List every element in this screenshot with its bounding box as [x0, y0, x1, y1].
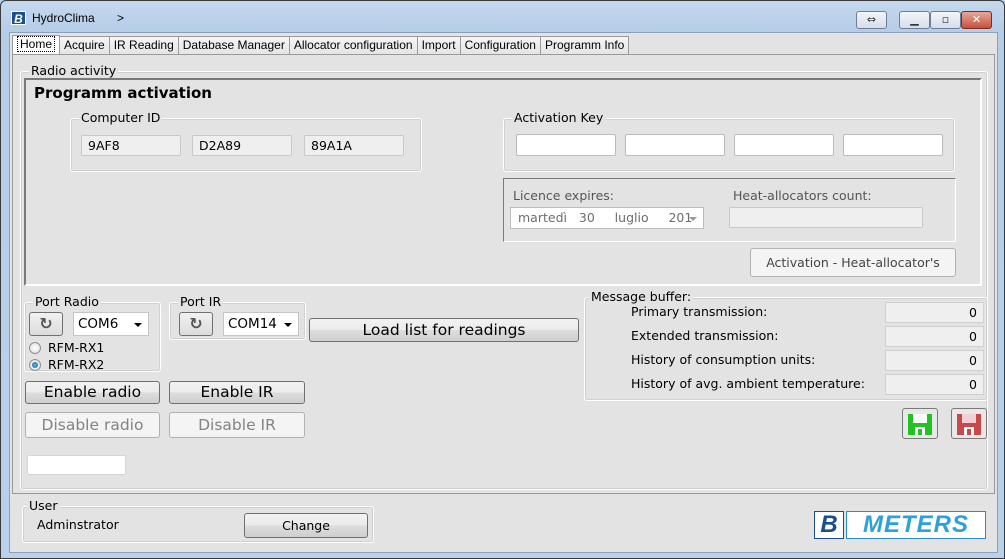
tab-configuration[interactable]: Configuration [459, 36, 541, 55]
activation-heat-allocators-button[interactable]: Activation - Heat-allocator's [750, 248, 956, 277]
bmeters-logo: B METERS [814, 511, 986, 539]
resize-arrows-icon: ⇔ [866, 13, 877, 26]
home-tab-page: Radio activity Programm activation Compu… [12, 54, 995, 494]
disable-radio-button[interactable]: Disable radio [25, 412, 160, 438]
primary-transmission-label: Primary transmission: [631, 304, 768, 319]
radio-label: RFM-RX1 [48, 340, 105, 355]
minimize-icon: ▁ [910, 13, 919, 26]
floppy-save-green-icon [908, 414, 932, 435]
tab-acquire[interactable]: Acquire [59, 36, 110, 55]
title-bar[interactable]: B HydroClima > ⇔ ▁ ▫ ✕ [1, 1, 1004, 33]
radio-rfm-rx2[interactable]: RFM-RX2 [29, 357, 104, 372]
licence-expires-datepicker[interactable]: martedì 30 luglio 201 [510, 207, 704, 229]
port-ir-label: Port IR [178, 294, 224, 309]
status-field[interactable] [27, 455, 126, 475]
programm-activation-panel: Programm activation Computer ID 9AF8 D2A… [24, 78, 982, 286]
tab-ir-reading[interactable]: IR Reading [108, 36, 179, 55]
tab-bar: Home Acquire IR Reading Database Manager… [12, 35, 630, 55]
maximize-icon: ▫ [941, 13, 950, 26]
tab-home[interactable]: Home [12, 35, 61, 55]
refresh-icon: ↻ [189, 314, 203, 333]
licence-panel: Licence expires: martedì 30 luglio 201 H… [503, 178, 956, 242]
computer-id-label: Computer ID [79, 110, 163, 125]
computer-id-part-1: 9AF8 [81, 135, 181, 156]
save-red-button[interactable] [951, 408, 987, 439]
activation-key-group: Activation Key [503, 110, 955, 172]
port-ir-refresh-button[interactable]: ↻ [179, 312, 213, 336]
computer-id-part-2: D2A89 [192, 135, 292, 156]
chevron-down-icon [284, 323, 292, 327]
load-list-for-readings-button[interactable]: Load list for readings [309, 318, 579, 342]
computer-id-group: Computer ID 9AF8 D2A89 89A1A [70, 110, 422, 172]
radio-activity-label: Radio activity [29, 63, 119, 78]
change-user-button[interactable]: Change [244, 513, 368, 538]
tab-import[interactable]: Import [416, 36, 461, 55]
ambient-temperature-label: History of avg. ambient temperature: [631, 376, 865, 391]
enable-ir-button[interactable]: Enable IR [169, 381, 305, 404]
port-ir-group: Port IR ↻ COM14 [169, 294, 306, 340]
message-buffer-group: Message buffer: Primary transmission: 0 … [584, 289, 988, 401]
refresh-icon: ↻ [39, 314, 53, 333]
tab-database-manager[interactable]: Database Manager [177, 36, 290, 55]
port-radio-group: Port Radio ↻ COM6 RFM-RX1 RFM-RX2 [24, 294, 161, 372]
consumption-units-label: History of consumption units: [631, 352, 816, 367]
port-radio-value: COM6 [78, 316, 119, 332]
radio-activity-group: Radio activity Programm activation Compu… [20, 63, 988, 490]
heat-allocators-count-label: Heat-allocators count: [733, 188, 872, 203]
radio-button-icon [29, 341, 41, 354]
chevron-down-icon [689, 217, 697, 221]
disable-ir-button[interactable]: Disable IR [169, 412, 305, 438]
programm-activation-title: Programm activation [34, 84, 212, 102]
logo-meters: METERS [846, 511, 986, 539]
chevron-down-icon [134, 323, 142, 327]
message-buffer-label: Message buffer: [589, 289, 694, 304]
port-ir-select[interactable]: COM14 [223, 312, 299, 336]
app-window: B HydroClima > ⇔ ▁ ▫ ✕ Home Acquire IR R… [0, 0, 1005, 559]
port-radio-label: Port Radio [33, 294, 101, 309]
consumption-units-value: 0 [885, 350, 984, 371]
port-ir-value: COM14 [228, 316, 277, 332]
minimize-button[interactable]: ▁ [899, 11, 930, 29]
window-title: HydroClima [32, 11, 95, 25]
radio-label: RFM-RX2 [48, 357, 105, 372]
tab-allocator-configuration[interactable]: Allocator configuration [288, 36, 418, 55]
maximize-button[interactable]: ▫ [930, 11, 961, 29]
activation-key-field-2[interactable] [625, 134, 725, 156]
close-icon: ✕ [971, 13, 982, 26]
user-group: User Adminstrator Change [22, 498, 374, 543]
primary-transmission-value: 0 [885, 302, 984, 323]
licence-expires-value: martedì 30 luglio 201 [518, 210, 693, 225]
computer-id-part-3: 89A1A [304, 135, 404, 156]
port-radio-select[interactable]: COM6 [73, 312, 149, 336]
restore-size-button[interactable]: ⇔ [856, 11, 887, 29]
port-radio-refresh-button[interactable]: ↻ [29, 312, 63, 336]
logo-b: B [814, 511, 844, 539]
ambient-temperature-value: 0 [885, 374, 984, 395]
heat-allocators-count-field [729, 207, 923, 228]
client-area: Home Acquire IR Reading Database Manager… [9, 32, 998, 553]
radio-button-selected-icon [29, 358, 41, 371]
user-label: User [27, 498, 60, 513]
licence-expires-label: Licence expires: [513, 188, 615, 203]
save-green-button[interactable] [902, 408, 938, 439]
radio-rfm-rx1[interactable]: RFM-RX1 [29, 340, 104, 355]
close-button[interactable]: ✕ [961, 11, 992, 29]
extended-transmission-label: Extended transmission: [631, 328, 779, 343]
extended-transmission-value: 0 [885, 326, 984, 347]
enable-radio-button[interactable]: Enable radio [25, 381, 160, 404]
floppy-save-red-icon [957, 414, 981, 435]
title-suffix: > [117, 11, 125, 25]
user-name: Adminstrator [37, 517, 119, 532]
activation-key-label: Activation Key [512, 110, 606, 125]
tab-programm-info[interactable]: Programm Info [539, 36, 630, 55]
app-logo-icon: B [11, 11, 26, 26]
tab-label: Home [17, 36, 56, 52]
activation-key-field-3[interactable] [734, 134, 834, 156]
activation-key-field-1[interactable] [516, 134, 616, 156]
activation-key-field-4[interactable] [843, 134, 943, 156]
